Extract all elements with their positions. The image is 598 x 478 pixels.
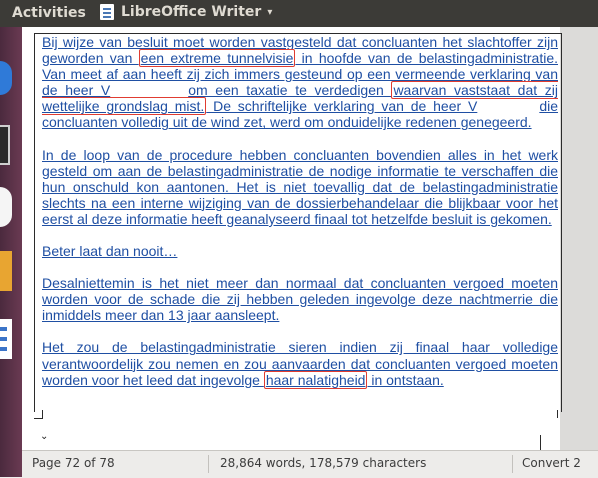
page-break-icon[interactable]: ⌄ bbox=[40, 432, 48, 442]
highlight-nalatigheid: haar nalatigheid bbox=[263, 370, 368, 389]
writer-icon[interactable] bbox=[0, 319, 12, 359]
status-bar: Page 72 of 78 28,864 words, 178,579 char… bbox=[22, 450, 598, 478]
chevron-down-icon: ▾ bbox=[267, 6, 273, 18]
highlight-tunnelvisie: een extreme tunnelvisie bbox=[138, 49, 296, 68]
document-page[interactable]: Bij wijze van besluit moet worden vastge… bbox=[22, 27, 562, 450]
document-area: Bij wijze van besluit moet worden vastge… bbox=[22, 27, 598, 450]
text-boundary-corner bbox=[557, 410, 558, 418]
text-run: De schriftelijke verklaring van de heer … bbox=[206, 98, 478, 115]
text-run: in ontstaan. bbox=[367, 371, 444, 388]
terminal-icon[interactable] bbox=[0, 125, 10, 165]
page-margin-marker bbox=[540, 435, 541, 450]
word-count[interactable]: 28,864 words, 178,579 characters bbox=[220, 456, 426, 470]
activities-button[interactable]: Activities bbox=[12, 5, 86, 21]
document-text[interactable]: Bij wijze van besluit moet worden vastge… bbox=[42, 34, 558, 404]
paragraph-1[interactable]: Bij wijze van besluit moet worden vastge… bbox=[42, 34, 558, 131]
files-icon[interactable] bbox=[0, 251, 12, 291]
top-bar: Activities LibreOffice Writer ▾ bbox=[0, 0, 598, 27]
divider bbox=[208, 455, 209, 473]
app-name: LibreOffice Writer bbox=[121, 4, 262, 20]
text-boundary-corner bbox=[34, 410, 43, 419]
browser-icon[interactable] bbox=[0, 61, 12, 95]
updater-icon[interactable] bbox=[0, 187, 12, 227]
paragraph-4[interactable]: Desalniettemin is het niet meer dan norm… bbox=[42, 275, 558, 323]
divider bbox=[512, 455, 513, 473]
paragraph-3[interactable]: Beter laat dan nooit… bbox=[42, 243, 558, 259]
writer-app-icon bbox=[100, 4, 114, 20]
paragraph-2[interactable]: In de loop van de procedure hebben concl… bbox=[42, 147, 558, 227]
page-style-indicator[interactable]: Convert 2 bbox=[522, 456, 581, 470]
launcher bbox=[0, 27, 22, 477]
paragraph-5[interactable]: Het zou de belastingadministratie sieren… bbox=[42, 339, 558, 389]
text-run: om een taxatie te verdedigen bbox=[188, 82, 392, 99]
app-menu[interactable]: LibreOffice Writer ▾ bbox=[100, 4, 272, 20]
page-indicator[interactable]: Page 72 of 78 bbox=[32, 456, 115, 470]
